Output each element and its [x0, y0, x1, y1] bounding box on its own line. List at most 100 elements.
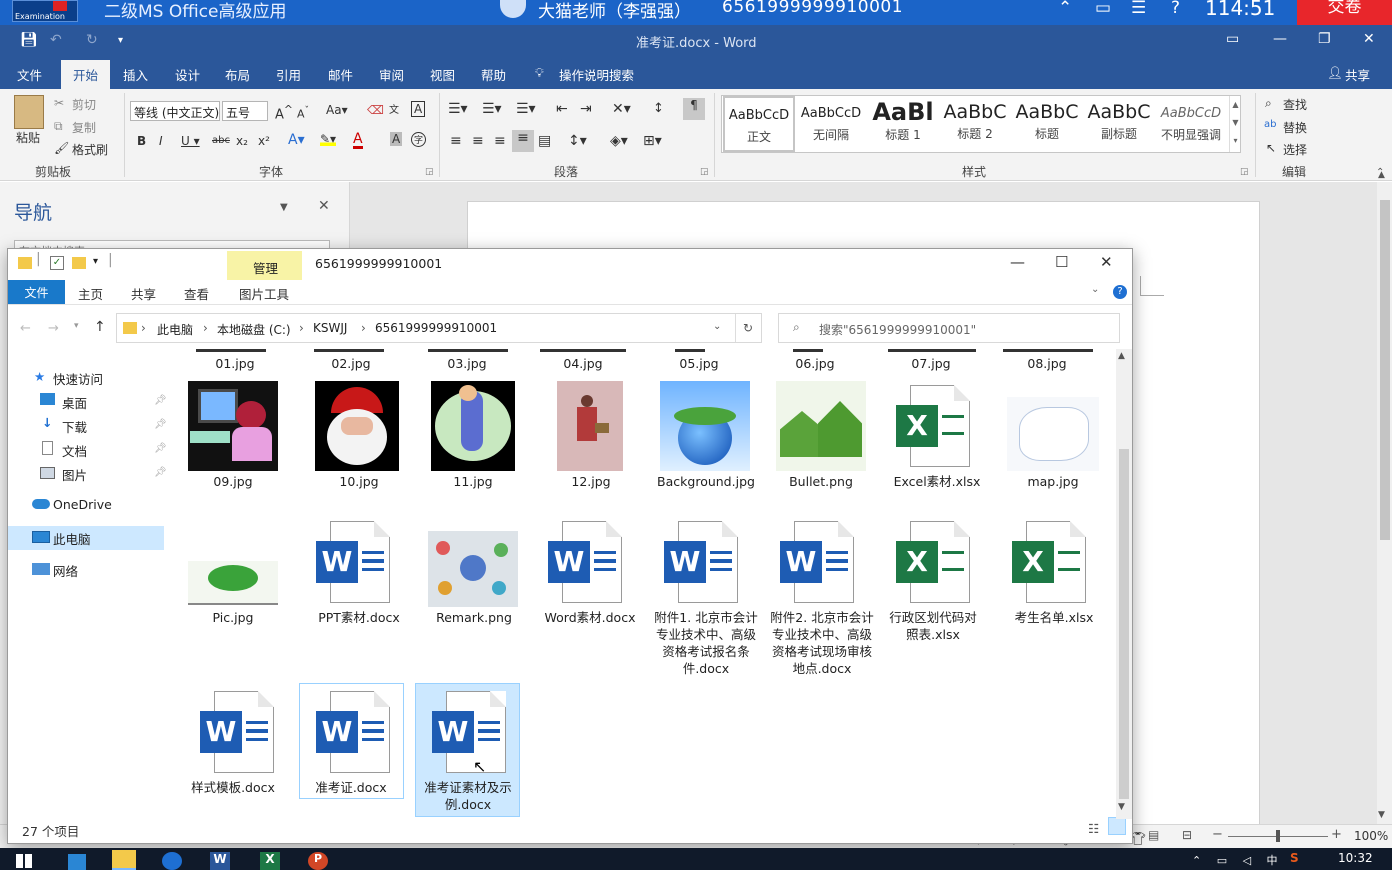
excel-file-icon[interactable]: X: [896, 521, 972, 605]
increase-indent-icon[interactable]: ⇥: [580, 101, 592, 117]
submit-exam-button[interactable]: 交卷: [1297, 0, 1392, 25]
pin-icon[interactable]: 📌︎: [154, 443, 167, 454]
up-icon[interactable]: ↑: [94, 319, 106, 335]
file-name[interactable]: 样式模板.docx: [183, 779, 288, 796]
show-marks-icon[interactable]: ¶: [683, 98, 705, 120]
file-name[interactable]: 02.jpg: [296, 355, 406, 372]
minimize-icon[interactable]: —: [1010, 253, 1025, 271]
powerpoint-taskbar-icon[interactable]: P: [308, 852, 328, 870]
help-icon[interactable]: ?: [1171, 0, 1180, 18]
styles-scroll-icon[interactable]: ▲ ▼ ▾: [1229, 96, 1241, 152]
undo-icon[interactable]: ↶: [50, 32, 62, 48]
file-name[interactable]: 附件2. 北京市会计专业技术中、高级资格考试现场审核地点.docx: [767, 609, 877, 677]
font-dialog-icon[interactable]: ◲: [425, 167, 434, 177]
distributed-icon[interactable]: ▤: [538, 133, 551, 149]
file-name[interactable]: Word素材.docx: [535, 609, 645, 626]
font-name-select[interactable]: 等线 (中文正文): [130, 101, 220, 121]
scroll-up-icon[interactable]: ▲: [1378, 170, 1385, 180]
paragraph-dialog-icon[interactable]: ◲: [700, 167, 709, 177]
excel-file-icon[interactable]: X: [1012, 521, 1088, 605]
maximize-icon[interactable]: ☐: [1055, 253, 1068, 271]
file-name[interactable]: 12.jpg: [536, 473, 646, 490]
zoom-out-icon[interactable]: −: [1212, 827, 1223, 842]
recent-locations-icon[interactable]: ▾: [74, 321, 79, 331]
style-subtitle[interactable]: AaBbC 副标题: [1083, 96, 1155, 152]
tab-mailings[interactable]: 邮件: [328, 65, 353, 84]
file-name[interactable]: 09.jpg: [183, 473, 288, 490]
breadcrumb-current[interactable]: 6561999999910001: [375, 321, 497, 335]
bullet-thumbnail[interactable]: [776, 381, 866, 471]
share-button[interactable]: 共享: [1345, 65, 1370, 84]
align-center-icon[interactable]: ≡: [472, 133, 484, 149]
numbering-icon[interactable]: ☰▾: [482, 101, 502, 117]
pic-thumbnail[interactable]: [188, 561, 278, 605]
nav-quick-access[interactable]: 快速访问: [53, 369, 103, 388]
properties-icon[interactable]: ✓: [50, 256, 64, 270]
word-file-icon[interactable]: W: [780, 521, 856, 605]
subscript-icon[interactable]: x₂: [236, 134, 248, 148]
justify-icon[interactable]: ≡: [512, 130, 534, 152]
word-file-icon[interactable]: W: [200, 691, 276, 775]
word-taskbar-icon[interactable]: W: [210, 852, 230, 870]
read-mode-icon[interactable]: ▤: [1148, 828, 1159, 842]
file-name[interactable]: 考生名单.xlsx: [999, 609, 1109, 626]
expand-ribbon-icon[interactable]: ⌄: [1091, 284, 1099, 295]
word-file-icon[interactable]: W: [316, 691, 392, 775]
tab-view[interactable]: 视图: [430, 65, 455, 84]
back-icon[interactable]: ←: [20, 321, 31, 336]
breadcrumb-kswjj[interactable]: KSWJJ: [313, 321, 347, 335]
address-bar[interactable]: › 此电脑 › 本地磁盘 (C:) › KSWJJ › 656199999991…: [116, 313, 762, 343]
file-name[interactable]: 10.jpg: [304, 473, 414, 490]
align-left-icon[interactable]: ≡: [450, 133, 462, 149]
replace-button[interactable]: 替换: [1283, 119, 1307, 136]
breadcrumb-this-pc[interactable]: 此电脑: [157, 321, 193, 338]
italic-icon[interactable]: I: [159, 134, 163, 148]
borders-icon[interactable]: ⊞▾: [643, 133, 662, 149]
refresh-icon[interactable]: ↻: [743, 321, 753, 335]
char-border-icon[interactable]: A: [411, 101, 426, 117]
list-icon[interactable]: ☰: [1131, 0, 1146, 18]
grow-font-icon[interactable]: A^: [275, 103, 293, 122]
search-input[interactable]: 搜索"6561999999910001": [819, 321, 976, 338]
file-name[interactable]: 06.jpg: [760, 355, 870, 372]
clear-format-icon[interactable]: ⌫: [367, 103, 384, 117]
format-painter-button[interactable]: 格式刷: [72, 141, 108, 158]
tab-insert[interactable]: 插入: [123, 65, 148, 84]
ribbon-display-icon[interactable]: ▭: [1226, 31, 1239, 47]
santa-thumbnail[interactable]: [315, 381, 399, 471]
underline-icon[interactable]: U ▾: [181, 134, 200, 148]
pin-icon[interactable]: 📌︎: [154, 419, 167, 430]
word-file-icon[interactable]: W: [664, 521, 740, 605]
minimize-icon[interactable]: —: [1273, 31, 1287, 47]
address-dropdown-icon[interactable]: ⌄: [713, 321, 721, 332]
nav-onedrive[interactable]: OneDrive: [53, 497, 112, 512]
restore-icon[interactable]: ❐: [1318, 31, 1331, 47]
system-tray-icons[interactable]: ⌃ ▭ ◁ 中: [1192, 852, 1284, 868]
walking-woman-thumbnail[interactable]: [557, 381, 623, 471]
file-name[interactable]: PPT素材.docx: [304, 609, 414, 626]
tab-home[interactable]: 主页: [78, 284, 103, 303]
file-name[interactable]: 05.jpg: [644, 355, 754, 372]
styles-dialog-icon[interactable]: ◲: [1240, 167, 1249, 177]
collapse-icon[interactable]: ⌃: [1058, 0, 1072, 18]
enclose-char-icon[interactable]: 字: [411, 132, 426, 147]
zoom-in-icon[interactable]: +: [1331, 827, 1342, 842]
tab-help[interactable]: 帮助: [481, 65, 506, 84]
background-thumbnail[interactable]: [660, 381, 750, 471]
customize-qat-icon[interactable]: ▾: [93, 256, 98, 267]
change-case-icon[interactable]: Aa▾: [326, 103, 348, 117]
shading-icon[interactable]: ◈▾: [610, 133, 628, 149]
file-name[interactable]: 11.jpg: [418, 473, 528, 490]
scroll-down-icon[interactable]: ▼: [1118, 802, 1125, 812]
file-name[interactable]: 08.jpg: [992, 355, 1102, 372]
tab-picture-tools[interactable]: 图片工具: [239, 284, 289, 303]
nav-network[interactable]: 网络: [53, 561, 78, 580]
taskbar-clock[interactable]: 10:32: [1338, 851, 1373, 865]
bold-icon[interactable]: B: [137, 134, 146, 148]
sort-icon[interactable]: ↕: [653, 101, 664, 116]
help-icon[interactable]: ?: [1113, 285, 1127, 299]
highlight-icon[interactable]: ✎▾: [320, 132, 337, 146]
scroll-down-icon[interactable]: ▼: [1378, 810, 1385, 820]
strikethrough-icon[interactable]: abc: [212, 135, 230, 146]
map-thumbnail[interactable]: [1007, 397, 1099, 471]
